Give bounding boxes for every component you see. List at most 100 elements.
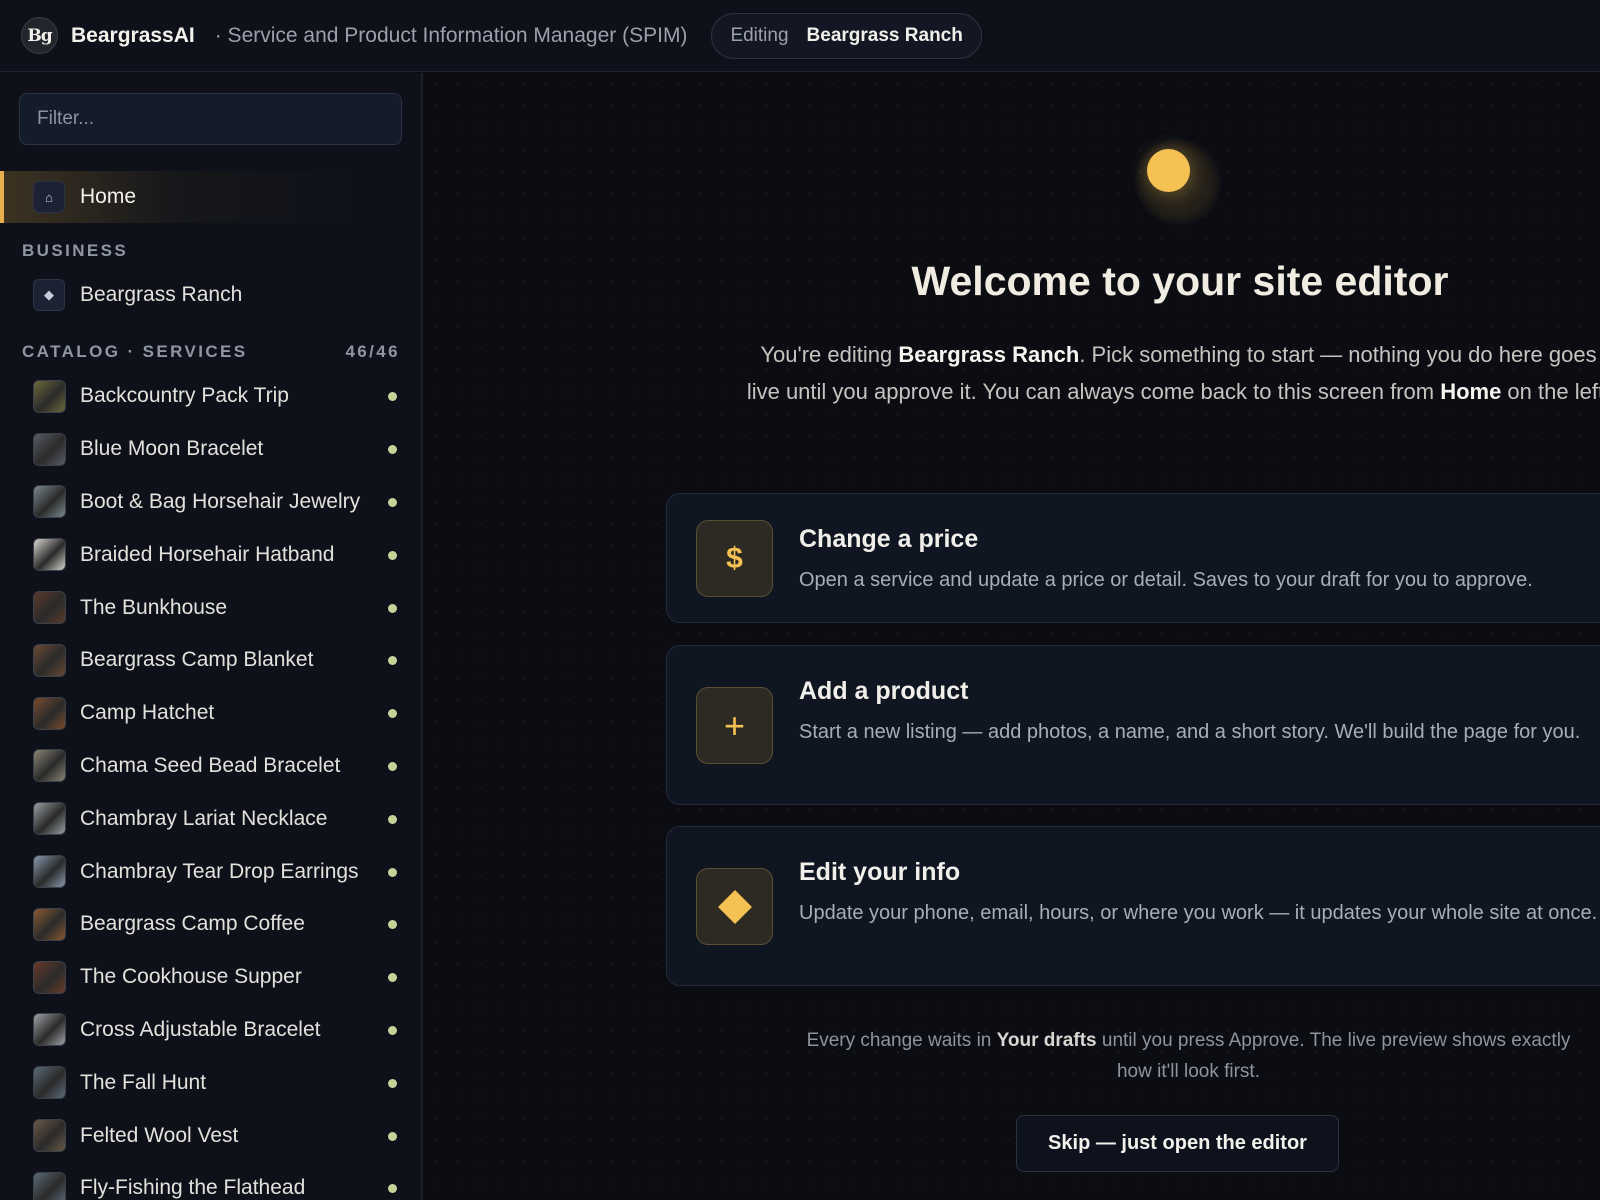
app-subtitle: · Service and Product Information Manage… (214, 23, 688, 47)
status-dot (388, 497, 397, 507)
status-dot (388, 550, 397, 560)
diamond-icon: ◆ (33, 279, 65, 311)
sidebar-item-label: Beargrass Camp Coffee (80, 912, 305, 936)
intro-text-part: You're editing (760, 342, 899, 367)
service-thumbnail (33, 432, 66, 466)
sidebar-item-service[interactable]: Chama Seed Bead Bracelet (0, 740, 421, 793)
your-drafts-ref: Your drafts (996, 1030, 1097, 1051)
intro-site-name: Beargrass Ranch (898, 342, 1080, 367)
sidebar-item-label: Home (80, 185, 137, 208)
service-thumbnail (33, 1171, 66, 1200)
status-dot (388, 973, 397, 983)
sidebar-item-service[interactable]: Blue Moon Bracelet (0, 423, 421, 476)
drafts-footnote: Every change waits in Your drafts until … (800, 1025, 1577, 1087)
sidebar-item-service[interactable]: The Fall Hunt (0, 1056, 421, 1109)
sidebar-item-label: Cross Adjustable Bracelet (80, 1017, 321, 1041)
card-title: Change a price (799, 525, 979, 553)
sidebar-item-service[interactable]: Felted Wool Vest (0, 1109, 421, 1162)
sidebar-item-label: Beargrass Camp Blanket (80, 648, 314, 672)
sidebar-item-label: Fly-Fishing the Flathead (80, 1176, 306, 1200)
sidebar: ⌂ Home BUSINESS ◆ Beargrass Ranch CATALO… (0, 73, 423, 1200)
brand-name: BeargrassAI (71, 23, 195, 47)
section-header-label: CATALOG · SERVICES (22, 342, 248, 361)
service-thumbnail (33, 907, 66, 941)
sidebar-item-label: The Fall Hunt (80, 1070, 207, 1094)
service-thumbnail (33, 960, 66, 994)
service-list: Backcountry Pack Trip Blue Moon Bracelet B… (0, 370, 421, 1200)
sidebar-item-service[interactable]: Beargrass Camp Coffee (0, 898, 421, 951)
intro-text: You're editing Beargrass Ranch. Pick som… (745, 336, 1600, 410)
catalog-count: 46/46 (345, 342, 400, 361)
top-bar: Bg BeargrassAI · Service and Product Inf… (0, 0, 1600, 72)
sidebar-item-label: Boot & Bag Horsehair Jewelry (80, 489, 361, 513)
editing-site-name: Beargrass Ranch (806, 24, 963, 46)
status-dot (388, 445, 397, 455)
logo: Bg (21, 17, 58, 54)
sidebar-item-service[interactable]: The Bunkhouse (0, 581, 421, 634)
footnote-part: until you press Approve. The live previe… (1096, 1030, 1571, 1082)
sidebar-item-service[interactable]: The Cookhouse Supper (0, 951, 421, 1004)
sidebar-item-label: The Bunkhouse (80, 595, 228, 619)
status-dot (388, 867, 397, 877)
sidebar-item-label: Blue Moon Bracelet (80, 437, 264, 461)
sidebar-item-label: Backcountry Pack Trip (80, 384, 289, 408)
sidebar-item-label: Beargrass Ranch (80, 283, 243, 306)
sidebar-item-service[interactable]: Chambray Lariat Necklace (0, 792, 421, 845)
service-thumbnail (33, 538, 66, 572)
editing-label: Editing (730, 24, 789, 46)
sidebar-item-home[interactable]: ⌂ Home (0, 171, 421, 223)
page-title: Welcome to your site editor (911, 258, 1449, 304)
service-thumbnail (33, 696, 66, 730)
status-dot (388, 603, 397, 613)
service-thumbnail (33, 1013, 66, 1047)
status-dot (388, 1078, 397, 1088)
service-thumbnail (33, 379, 66, 413)
sidebar-item-service[interactable]: Beargrass Camp Blanket (0, 634, 421, 687)
card-add-product[interactable]: + Add a product Start a new listing — ad… (666, 645, 1600, 805)
plus-icon: + (696, 687, 773, 764)
card-change-price[interactable]: $ Change a price Open a service and upda… (666, 493, 1600, 623)
footnote-part: Every change waits in (806, 1030, 997, 1051)
card-description: Start a new listing — add photos, a name… (799, 721, 1581, 743)
status-dot (388, 656, 397, 666)
status-dot (388, 709, 397, 719)
card-edit-info[interactable]: Edit your info Update your phone, email,… (666, 826, 1600, 986)
sidebar-item-business[interactable]: ◆ Beargrass Ranch (0, 273, 421, 317)
sidebar-item-label: Felted Wool Vest (80, 1123, 239, 1147)
sidebar-item-service[interactable]: Boot & Bag Horsehair Jewelry (0, 476, 421, 529)
sidebar-item-label: The Cookhouse Supper (80, 965, 302, 989)
sidebar-item-label: Chama Seed Bead Bracelet (80, 753, 341, 777)
status-dot (388, 1184, 397, 1194)
service-thumbnail (33, 591, 66, 625)
intro-home-ref: Home (1440, 379, 1502, 404)
sidebar-item-service[interactable]: Camp Hatchet (0, 687, 421, 740)
sidebar-item-label: Braided Horsehair Hatband (80, 542, 335, 566)
section-header-business: BUSINESS (22, 241, 400, 261)
status-dot (388, 1025, 397, 1035)
service-thumbnail (33, 643, 66, 677)
service-thumbnail (33, 1066, 66, 1100)
sidebar-item-service[interactable]: Backcountry Pack Trip (0, 370, 421, 423)
sun-icon (1147, 149, 1190, 192)
service-thumbnail (33, 802, 66, 836)
service-thumbnail (33, 1119, 66, 1153)
filter-input[interactable] (19, 93, 402, 145)
service-thumbnail (33, 749, 66, 783)
card-title: Add a product (799, 677, 969, 705)
sidebar-item-service[interactable]: Cross Adjustable Bracelet (0, 1004, 421, 1057)
editing-pill[interactable]: Editing Beargrass Ranch (711, 12, 982, 59)
sidebar-item-service[interactable]: Fly-Fishing the Flathead (0, 1162, 421, 1200)
status-dot (388, 814, 397, 824)
section-header-catalog: CATALOG · SERVICES 46/46 (22, 342, 400, 362)
card-description: Update your phone, email, hours, or wher… (799, 902, 1598, 924)
sidebar-item-label: Chambray Tear Drop Earrings (80, 859, 359, 883)
sidebar-item-label: Chambray Lariat Necklace (80, 806, 328, 830)
sidebar-item-service[interactable]: Chambray Tear Drop Earrings (0, 845, 421, 898)
home-icon: ⌂ (33, 181, 65, 213)
sidebar-item-service[interactable]: Braided Horsehair Hatband (0, 528, 421, 581)
skip-button[interactable]: Skip — just open the editor (1016, 1115, 1339, 1172)
status-dot (388, 920, 397, 930)
diamond-icon (696, 868, 773, 945)
card-title: Edit your info (799, 858, 961, 886)
service-thumbnail (33, 855, 66, 889)
